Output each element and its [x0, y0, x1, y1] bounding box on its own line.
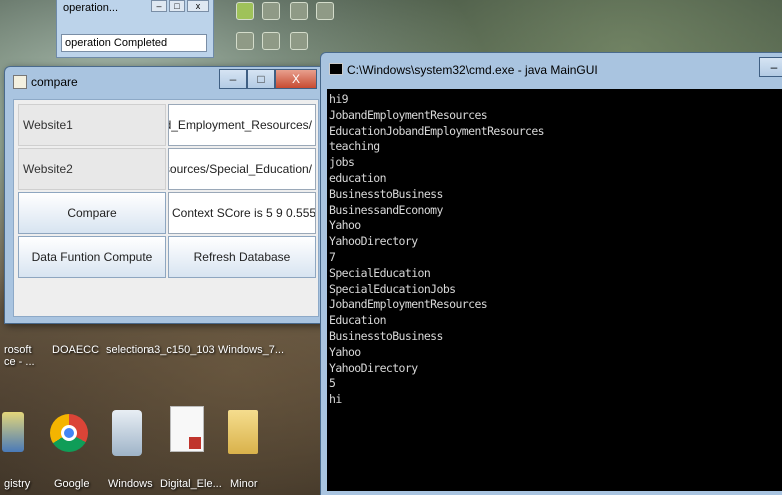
refresh-database-button[interactable]: Refresh Database	[168, 236, 316, 278]
close-button[interactable]: X	[275, 69, 317, 89]
website1-row: Website1 Job_and_Employment_Resources/	[18, 104, 316, 146]
website1-input[interactable]: Job_and_Employment_Resources/	[168, 104, 316, 146]
desktop-label-doaecc[interactable]: DOAECC	[52, 344, 99, 356]
compare-window-title: compare	[31, 75, 78, 89]
website1-value: Job_and_Employment_Resources/	[169, 118, 312, 132]
console-line: YahooDirectory	[329, 234, 418, 249]
desktop-label-selection[interactable]: selection	[106, 344, 149, 356]
operation-status-field: operation Completed	[61, 34, 207, 52]
compare-window[interactable]: compare – □ X Website1 Job_and_Employmen…	[4, 66, 326, 324]
console-line: BusinesstoBusiness	[329, 186, 443, 201]
maximize-button[interactable]: □	[247, 69, 275, 89]
operation-dialog-title: operation...	[63, 2, 119, 14]
console-line: Yahoo	[329, 344, 361, 359]
compare-window-controls: – □ X	[219, 69, 317, 89]
result-field: Context SCore is 5 9 0.5555556	[168, 192, 316, 234]
cmd-window-title: C:\Windows\system32\cmd.exe - java MainG…	[347, 63, 598, 77]
console-line: education	[329, 170, 387, 185]
compare-body: Website1 Job_and_Employment_Resources/ W…	[13, 99, 319, 317]
cmd-titlebar[interactable]: C:\Windows\system32\cmd.exe - java MainG…	[321, 53, 782, 85]
console-line: YahooDirectory	[329, 360, 418, 375]
maximize-button[interactable]: □	[169, 0, 185, 12]
close-button[interactable]: x	[187, 0, 209, 12]
website2-input[interactable]: Employment_Resources/Special_Education/	[168, 148, 316, 190]
desktop-label-google[interactable]: Google	[54, 478, 89, 490]
console-line: JobandEmploymentResources	[329, 297, 488, 312]
desktop-label-minor[interactable]: Minor	[230, 478, 258, 490]
console-line: hi9	[329, 92, 349, 106]
app-icon-gray-3[interactable]	[316, 2, 334, 20]
console-line: teaching	[329, 139, 380, 154]
actions-row: Data Funtion Compute Refresh Database	[18, 236, 316, 278]
folder-icon[interactable]	[228, 410, 258, 454]
console-line: 7	[329, 249, 336, 264]
console-line: SpecialEducationJobs	[329, 281, 456, 296]
console-line: Education	[329, 313, 387, 328]
java-icon	[13, 75, 27, 89]
compare-row: Compare Context SCore is 5 9 0.5555556	[18, 192, 316, 234]
minimize-button[interactable]: –	[759, 57, 782, 77]
console-line: EducationJobandEmploymentResources	[329, 123, 545, 138]
console-line: BusinesstoBusiness	[329, 328, 443, 343]
cmd-window[interactable]: C:\Windows\system32\cmd.exe - java MainG…	[320, 52, 782, 495]
windows-mobile-icon[interactable]	[112, 410, 142, 456]
website2-value: Employment_Resources/Special_Education/	[169, 162, 312, 176]
pdf-icon[interactable]	[170, 406, 204, 452]
desktop-label-windows[interactable]: Windows	[108, 478, 153, 490]
website2-row: Website2 Employment_Resources/Special_Ed…	[18, 148, 316, 190]
bluetooth-icon[interactable]	[262, 32, 280, 50]
desktop-label-windows7[interactable]: Windows_7...	[218, 344, 284, 356]
console-output[interactable]: hi9 JobandEmploymentResources EducationJob…	[327, 89, 782, 491]
wifi-icon[interactable]	[236, 32, 254, 50]
operation-dialog-controls: – □ x	[151, 0, 209, 12]
network-icon[interactable]	[290, 32, 308, 50]
desktop-label-a3[interactable]: a3_c150_103	[148, 344, 215, 356]
desktop-label-digital[interactable]: Digital_Ele...	[160, 478, 222, 490]
console-line: hi	[329, 392, 342, 407]
console-line: JobandEmploymentResources	[329, 107, 488, 122]
registry-icon[interactable]	[2, 412, 24, 452]
console-line: Yahoo	[329, 218, 361, 233]
console-line: 5	[329, 376, 336, 391]
operation-dialog[interactable]: operation... – □ x operation Completed	[56, 0, 214, 58]
console-line: jobs	[329, 155, 355, 170]
app-icon-green[interactable]	[236, 2, 254, 20]
compare-titlebar[interactable]: compare – □ X	[5, 67, 325, 97]
desktop-label-registry[interactable]: gistry	[4, 478, 30, 490]
console-line: BusinessandEconomy	[329, 202, 443, 217]
compare-button[interactable]: Compare	[18, 192, 166, 234]
minimize-button[interactable]: –	[219, 69, 247, 89]
console-line: SpecialEducation	[329, 265, 431, 280]
website1-label: Website1	[18, 104, 166, 146]
data-function-compute-button[interactable]: Data Funtion Compute	[18, 236, 166, 278]
minimize-button[interactable]: –	[151, 0, 167, 12]
desktop-label-office[interactable]: rosoft ce - ...	[4, 344, 44, 368]
app-icon-gray-1[interactable]	[262, 2, 280, 20]
website2-label: Website2	[18, 148, 166, 190]
chrome-icon[interactable]	[50, 414, 88, 452]
cmd-icon	[329, 63, 343, 75]
app-icon-gray-2[interactable]	[290, 2, 308, 20]
